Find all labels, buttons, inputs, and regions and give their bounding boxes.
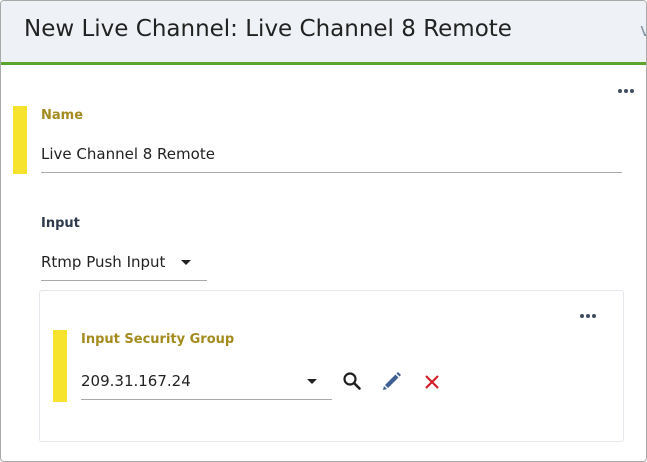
name-label: Name	[41, 108, 84, 123]
dialog-title: New Live Channel: Live Channel 8 Remote	[24, 16, 512, 42]
chevron-down-icon[interactable]	[181, 260, 191, 265]
more-options-icon[interactable]	[618, 88, 636, 94]
input-select-underline	[41, 280, 207, 281]
chevron-down-icon[interactable]	[307, 379, 317, 384]
name-input-underline	[41, 172, 622, 173]
dialog-header: New Live Channel: Live Channel 8 Remote …	[1, 1, 646, 62]
input-select[interactable]: Rtmp Push Input	[41, 253, 165, 271]
search-icon[interactable]	[342, 371, 362, 391]
header-overflow-glyph: v	[640, 20, 646, 41]
edit-icon[interactable]	[381, 370, 403, 392]
remove-icon[interactable]	[424, 374, 440, 390]
security-group-label: Input Security Group	[81, 332, 235, 347]
input-settings-panel: Input Security Group 209.31.167.24	[39, 290, 624, 442]
dialog-frame: New Live Channel: Live Channel 8 Remote …	[0, 0, 647, 462]
required-marker	[53, 330, 67, 402]
security-group-select[interactable]: 209.31.167.24	[81, 372, 191, 390]
required-marker	[13, 106, 27, 174]
security-group-underline	[81, 399, 332, 400]
panel-more-options-icon[interactable]	[580, 313, 598, 319]
name-input[interactable]: Live Channel 8 Remote	[41, 145, 215, 163]
header-accent-rule	[1, 62, 646, 65]
input-label: Input	[41, 216, 80, 231]
